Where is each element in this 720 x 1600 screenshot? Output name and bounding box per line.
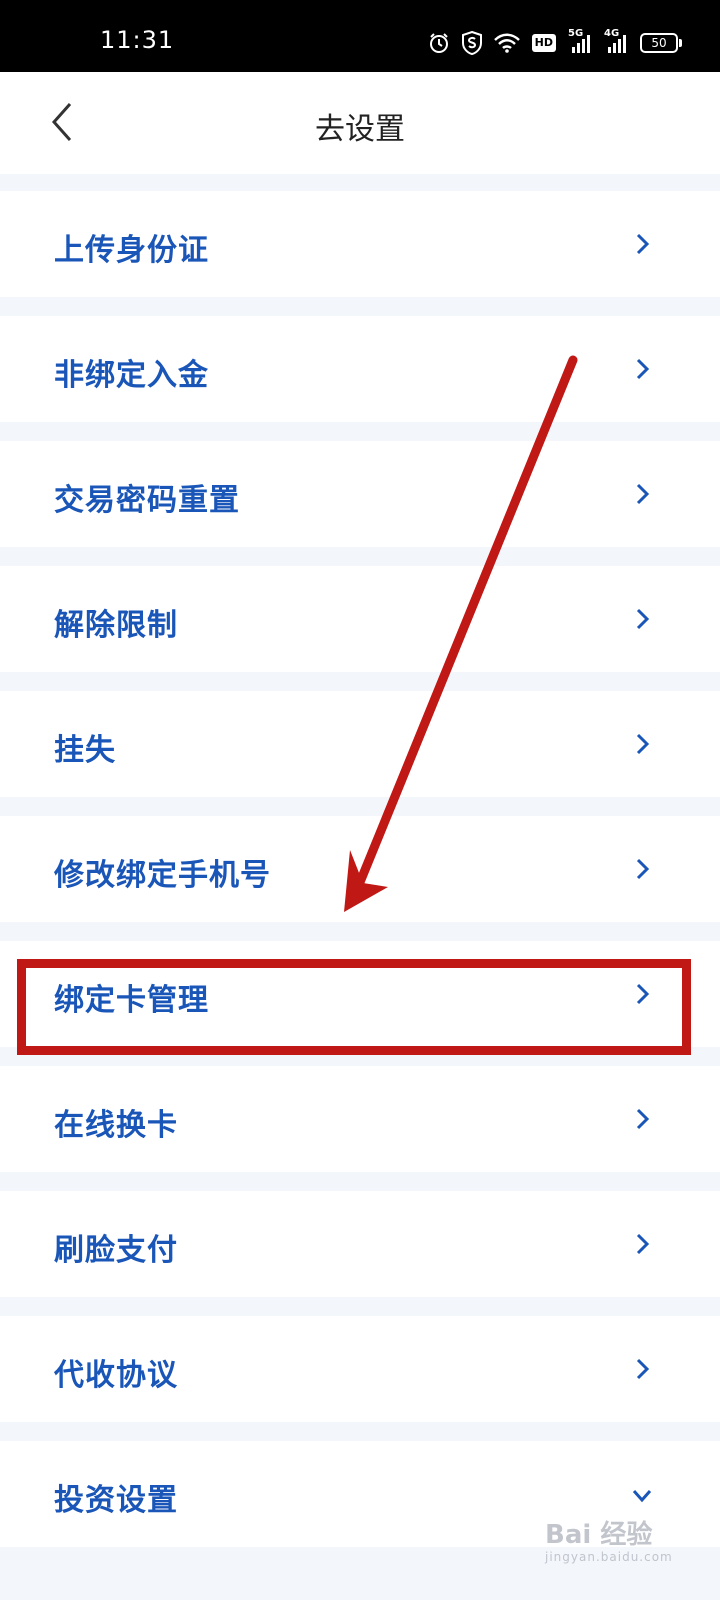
signal-4g-label: 4G [604, 28, 620, 39]
menu-item-collection-agreement[interactable]: 代收协议 [0, 1316, 720, 1422]
chevron-right-icon [636, 483, 650, 505]
chevron-right-icon [636, 983, 650, 1005]
menu-item-label: 绑定卡管理 [54, 983, 209, 1018]
chevron-right-icon [636, 1358, 650, 1380]
chevron-right-icon [636, 233, 650, 255]
chevron-down-icon [632, 1490, 652, 1503]
shield-icon [461, 31, 482, 55]
menu-item-label: 代收协议 [54, 1358, 178, 1393]
wifi-icon [493, 33, 520, 53]
status-icons: HD 5G 4G 50 [428, 28, 682, 56]
menu-item-upload-id[interactable]: 上传身份证 [0, 191, 720, 297]
menu-item-label: 上传身份证 [54, 233, 209, 268]
menu-item-label: 刷脸支付 [54, 1233, 178, 1268]
menu-item-label: 非绑定入金 [54, 358, 209, 393]
chevron-right-icon [636, 358, 650, 380]
signal-4g-icon: 4G [604, 28, 628, 54]
hd-badge: HD [531, 34, 556, 52]
status-bar: 11:31 HD 5G 4G 50 [0, 0, 720, 72]
chevron-right-icon [636, 1233, 650, 1255]
chevron-right-icon [636, 858, 650, 880]
menu-item-label: 解除限制 [54, 608, 178, 643]
menu-item-label: 交易密码重置 [54, 483, 240, 518]
header: 去设置 [0, 72, 720, 174]
watermark-subtext: jingyan.baidu.com [545, 1550, 673, 1564]
page-title: 去设置 [315, 112, 405, 147]
menu-item-reset-trade-password[interactable]: 交易密码重置 [0, 441, 720, 547]
signal-5g-label: 5G [568, 28, 584, 39]
menu-item-online-card-change[interactable]: 在线换卡 [0, 1066, 720, 1172]
status-time: 11:31 [100, 26, 175, 54]
chevron-right-icon [636, 608, 650, 630]
menu-item-label: 修改绑定手机号 [54, 858, 271, 893]
menu-item-change-bound-phone[interactable]: 修改绑定手机号 [0, 816, 720, 922]
menu-item-label: 挂失 [54, 733, 116, 768]
menu-item-face-payment[interactable]: 刷脸支付 [0, 1191, 720, 1297]
menu-item-bound-card-management[interactable]: 绑定卡管理 [0, 941, 720, 1047]
alarm-icon [429, 33, 448, 53]
menu-item-label: 投资设置 [54, 1483, 178, 1518]
signal-5g-icon: 5G [568, 28, 592, 54]
menu-item-non-bound-deposit[interactable]: 非绑定入金 [0, 316, 720, 422]
menu-item-remove-restriction[interactable]: 解除限制 [0, 566, 720, 672]
menu-item-report-loss[interactable]: 挂失 [0, 691, 720, 797]
chevron-right-icon [636, 1108, 650, 1130]
battery-icon: 50 [640, 33, 682, 53]
chevron-right-icon [636, 733, 650, 755]
menu-item-investment-settings[interactable]: 投资设置 [0, 1441, 720, 1547]
menu-item-label: 在线换卡 [54, 1108, 178, 1143]
